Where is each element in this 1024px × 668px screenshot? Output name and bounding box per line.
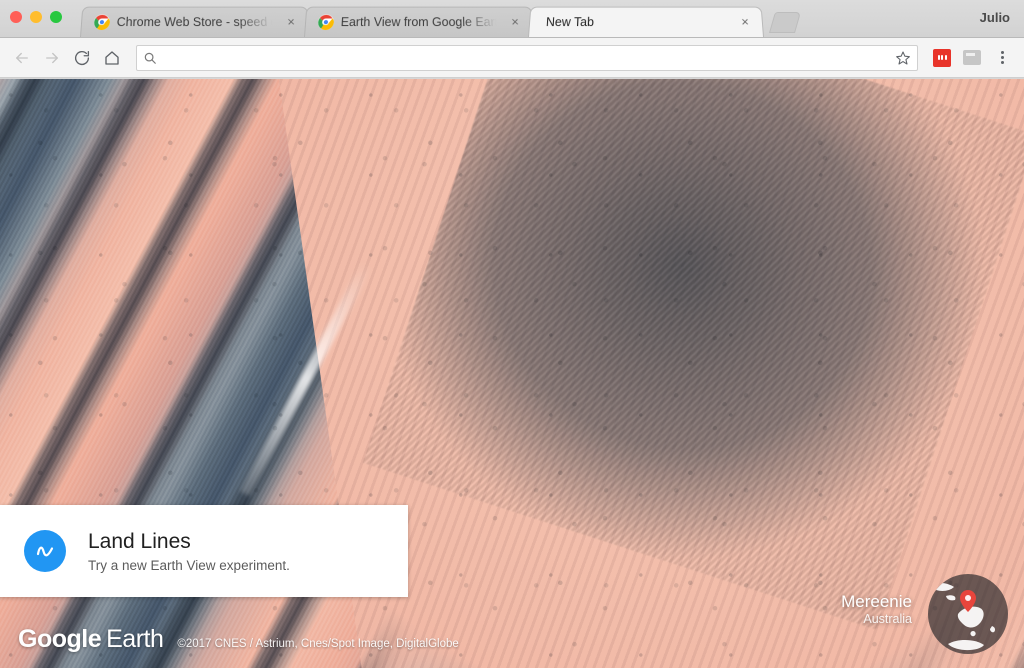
logo-google-word: Google [18, 625, 102, 653]
tab-new-tab[interactable]: New Tab × [528, 6, 764, 37]
chrome-icon [317, 14, 335, 31]
tab-close-button[interactable]: × [738, 14, 753, 29]
minimize-window-button[interactable] [30, 11, 42, 23]
star-icon[interactable] [895, 50, 911, 66]
promo-subtitle: Try a new Earth View experiment. [88, 557, 290, 573]
search-icon [143, 51, 157, 65]
logo-earth-word: Earth [106, 625, 164, 653]
tab-list: Chrome Web Store - speed dial × Earth Vi… [80, 0, 802, 37]
browser-window: Chrome Web Store - speed dial × Earth Vi… [0, 0, 1024, 668]
extension-grey-button[interactable] [958, 44, 986, 72]
maximize-window-button[interactable] [50, 11, 62, 23]
location-country: Australia [863, 612, 912, 626]
land-lines-promo-card[interactable]: Land Lines Try a new Earth View experime… [0, 505, 408, 597]
tab-earth-view[interactable]: Earth View from Google Earth × [304, 6, 534, 37]
chrome-icon [93, 14, 111, 31]
profile-name[interactable]: Julio [980, 10, 1010, 25]
tab-title: Chrome Web Store - speed dial [116, 15, 273, 30]
new-tab-button[interactable] [768, 12, 802, 33]
red-square-icon [933, 48, 951, 67]
extension-red-button[interactable] [928, 44, 956, 72]
arrow-right-icon[interactable] [38, 44, 66, 72]
window-controls [10, 11, 62, 23]
tab-title: New Tab [545, 15, 595, 30]
reload-icon[interactable] [68, 44, 96, 72]
tab-title: Earth View from Google Earth [340, 15, 497, 30]
grey-card-icon [963, 50, 981, 65]
tab-close-button[interactable]: × [508, 14, 523, 29]
earth-view-page: Land Lines Try a new Earth View experime… [0, 79, 1024, 668]
squiggle-wave-icon [24, 530, 66, 572]
menu-dots [1000, 51, 1004, 64]
globe-with-pin-icon[interactable] [924, 570, 1012, 658]
tab-strip: Chrome Web Store - speed dial × Earth Vi… [0, 0, 1024, 38]
arrow-left-icon[interactable] [8, 44, 36, 72]
location-label: Mereenie Australia [841, 591, 912, 626]
home-icon[interactable] [98, 44, 126, 72]
google-earth-logo[interactable]: Google Earth [18, 625, 164, 654]
imagery-attribution: ©2017 CNES / Astrium, Cnes/Spot Image, D… [177, 638, 459, 650]
close-window-button[interactable] [10, 11, 22, 23]
three-dot-menu-icon[interactable] [988, 44, 1016, 72]
omnibox[interactable] [136, 44, 918, 71]
location-name: Mereenie [841, 591, 912, 611]
google-earth-branding: Google Earth ©2017 CNES / Astrium, Cnes/S… [18, 625, 459, 654]
promo-text: Land Lines Try a new Earth View experime… [88, 530, 290, 573]
tab-chrome-web-store[interactable]: Chrome Web Store - speed dial × [80, 6, 310, 37]
tab-close-button[interactable]: × [284, 14, 299, 29]
address-input[interactable] [165, 50, 891, 65]
promo-title: Land Lines [88, 529, 191, 553]
browser-toolbar [0, 38, 1024, 78]
